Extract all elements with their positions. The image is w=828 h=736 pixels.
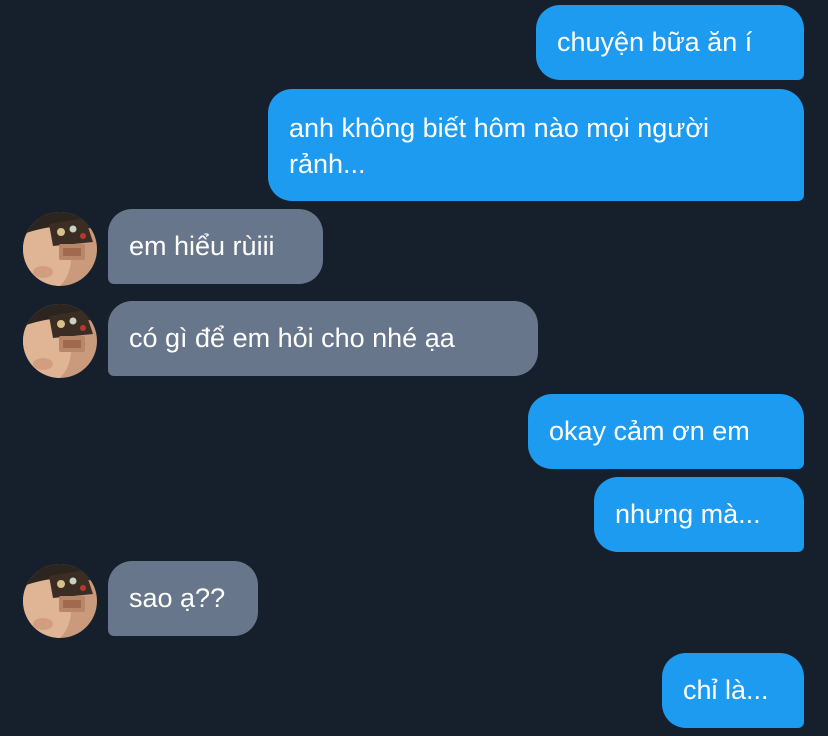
sent-message-bubble[interactable]: okay cảm ơn em (528, 394, 804, 469)
message-text: chuyện bữa ăn í (557, 27, 753, 57)
message-thread: chuyện bữa ăn í anh không biết hôm nào m… (0, 0, 828, 736)
contact-avatar[interactable] (23, 564, 97, 638)
contact-avatar[interactable] (23, 212, 97, 286)
message-text: chỉ là... (683, 675, 769, 705)
sent-message-bubble[interactable]: chuyện bữa ăn í (536, 5, 804, 80)
message-text: okay cảm ơn em (549, 416, 750, 446)
received-message-bubble[interactable]: sao ạ?? (108, 561, 258, 636)
sent-message-bubble[interactable]: chỉ là... (662, 653, 804, 728)
contact-avatar-icon (23, 564, 97, 638)
message-text: anh không biết hôm nào mọi người rảnh... (289, 113, 710, 179)
contact-avatar-icon (23, 212, 97, 286)
contact-avatar[interactable] (23, 304, 97, 378)
sent-message-bubble[interactable]: anh không biết hôm nào mọi người rảnh... (268, 89, 804, 201)
contact-avatar-icon (23, 304, 97, 378)
received-message-bubble[interactable]: em hiểu rùiii (108, 209, 323, 284)
message-text: em hiểu rùiii (129, 231, 275, 261)
sent-message-bubble[interactable]: nhưng mà... (594, 477, 804, 552)
received-message-bubble[interactable]: có gì để em hỏi cho nhé ạa (108, 301, 538, 376)
message-text: có gì để em hỏi cho nhé ạa (129, 323, 455, 353)
message-text: nhưng mà... (615, 499, 761, 529)
message-text: sao ạ?? (129, 583, 226, 613)
